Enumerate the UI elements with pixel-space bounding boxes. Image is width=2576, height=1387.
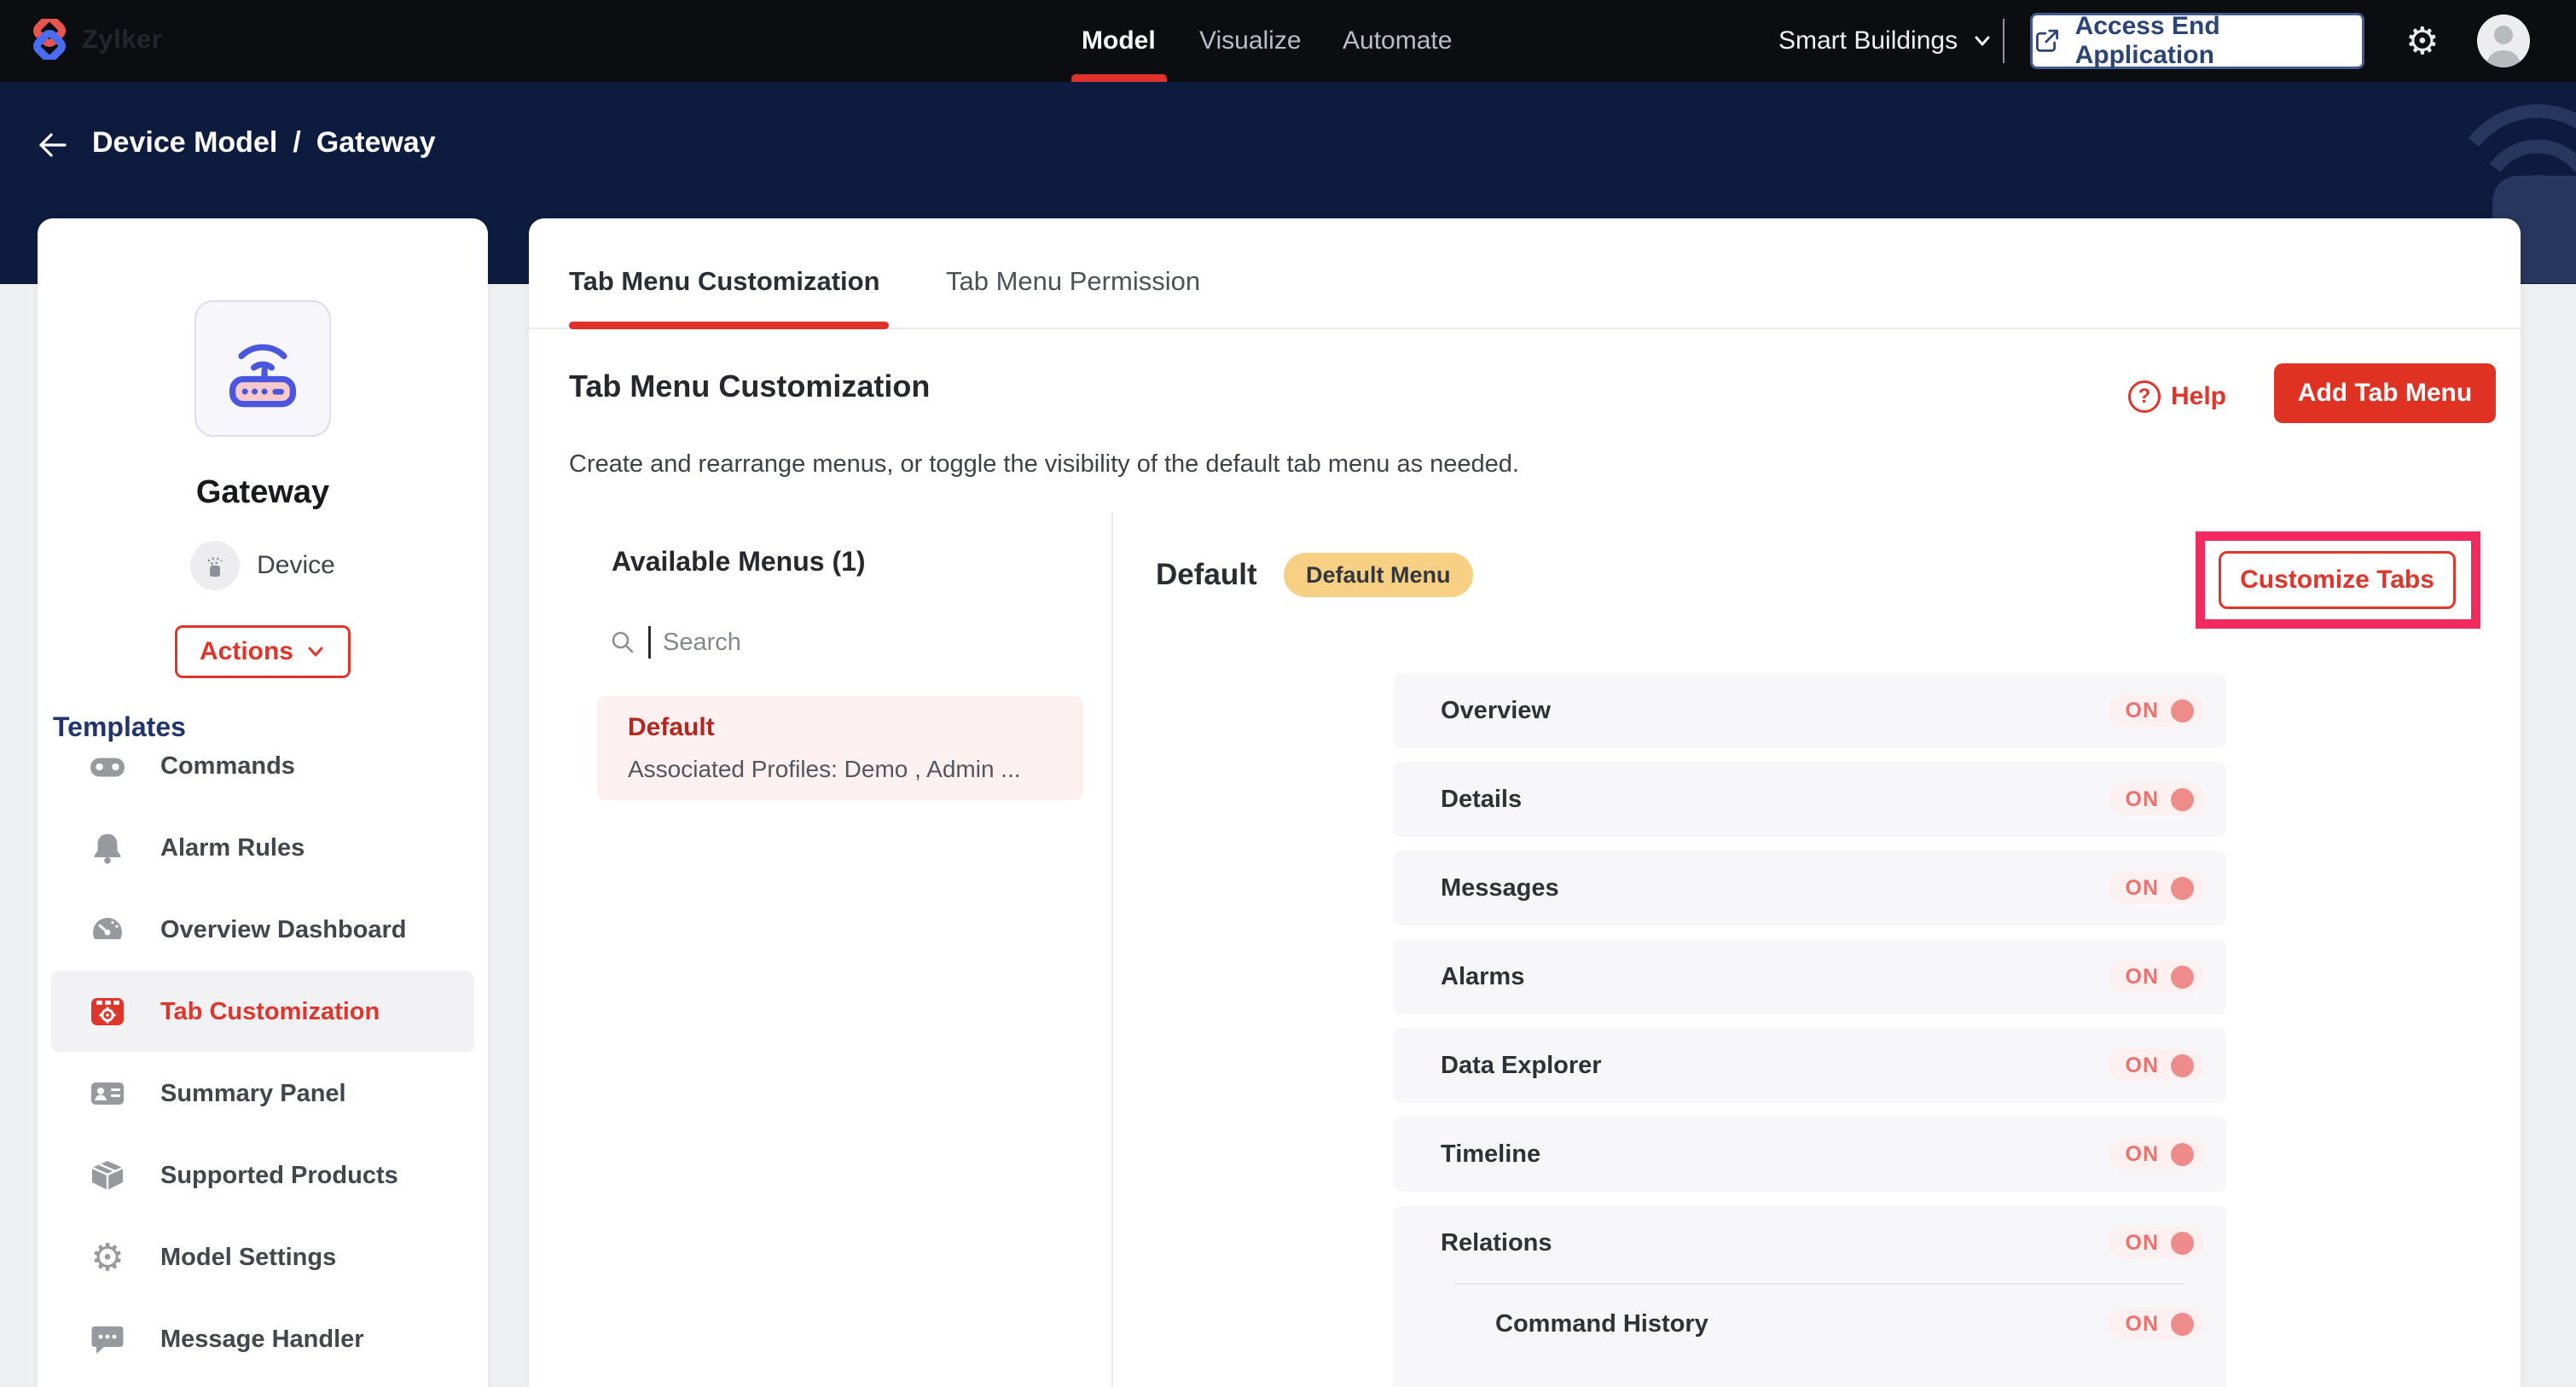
actions-button[interactable]: Actions xyxy=(175,625,351,678)
help-link[interactable]: ? Help xyxy=(2128,380,2226,413)
text-caret xyxy=(648,626,651,659)
nav-tab-automate[interactable]: Automate xyxy=(1343,0,1452,82)
add-tab-menu-button[interactable]: Add Tab Menu xyxy=(2274,363,2496,423)
tab-row-messages: Messages ON xyxy=(1393,850,2226,926)
breadcrumb-gateway: Gateway xyxy=(316,126,436,160)
top-app-bar: Zylker Model Visualize Automate Smart Bu… xyxy=(0,0,2576,82)
search-icon xyxy=(609,629,636,656)
panel-vertical-divider xyxy=(1111,512,1113,1387)
package-box-icon xyxy=(87,1155,128,1196)
person-silhouette-icon xyxy=(2477,15,2530,67)
zylker-logo-icon xyxy=(29,19,70,60)
access-end-application-label: Access End Application xyxy=(2075,12,2362,70)
org-selector-label: Smart Buildings xyxy=(1778,26,1958,55)
tab-row-overview: Overview ON xyxy=(1393,673,2226,748)
nav-tab-model[interactable]: Model xyxy=(1082,0,1156,82)
section-description: Create and rearrange menus, or toggle th… xyxy=(569,450,1519,479)
menu-list-item-default[interactable]: Default Associated Profiles: Demo , Admi… xyxy=(597,696,1083,800)
app-logo[interactable]: Zylker xyxy=(29,19,162,60)
tab-row-alarms: Alarms ON xyxy=(1393,939,2226,1014)
chevron-down-icon xyxy=(1971,30,1993,52)
sidebar-item-alarm-rules[interactable]: Alarm Rules xyxy=(51,807,474,889)
toggle-knob xyxy=(2171,966,2194,989)
toggle-knob xyxy=(2171,1054,2194,1077)
available-menus-title: Available Menus (1) xyxy=(612,546,866,577)
breadcrumb: Device Model / Gateway xyxy=(92,126,436,160)
toggle-knob xyxy=(2171,1232,2194,1255)
tab-rows-list: Overview ON Details ON Messages ON Alarm… xyxy=(1393,673,2226,1387)
menu-item-title: Default xyxy=(628,713,715,742)
tab-row-data-explorer: Data Explorer ON xyxy=(1393,1028,2226,1103)
templates-list: Commands Alarm Rules Overview Dashboard … xyxy=(38,747,488,1387)
gear-icon: ⚙ xyxy=(87,1237,128,1278)
logo-text: Zylker xyxy=(82,24,162,55)
sidebar-item-summary-panel[interactable]: Summary Panel xyxy=(51,1053,474,1135)
breadcrumb-separator: / xyxy=(293,126,300,160)
toggle-on[interactable]: ON xyxy=(2109,960,2205,993)
toggle-on[interactable]: ON xyxy=(2109,783,2205,815)
tab-menu-customization-tab[interactable]: Tab Menu Customization xyxy=(569,266,880,297)
chat-bubble-icon xyxy=(87,1319,128,1360)
tab-menu-permission-tab[interactable]: Tab Menu Permission xyxy=(946,266,1200,297)
tab-row-relations-group: Relations ON Command History ON xyxy=(1393,1205,2226,1387)
section-heading: Tab Menu Customization xyxy=(569,369,930,404)
device-type-label: Device xyxy=(257,551,335,580)
access-end-application-button[interactable]: Access End Application xyxy=(2030,13,2364,69)
sidebar-item-overview-dashboard[interactable]: Overview Dashboard xyxy=(51,889,474,971)
toggle-knob xyxy=(2171,788,2194,811)
panel-tabs-bar: Tab Menu Customization Tab Menu Permissi… xyxy=(529,218,2521,329)
toggle-on[interactable]: ON xyxy=(2109,872,2205,904)
sidebar-item-commands[interactable]: Commands xyxy=(51,747,474,807)
tab-row-timeline: Timeline ON xyxy=(1393,1117,2226,1192)
back-arrow-icon[interactable] xyxy=(34,126,72,164)
chevron-down-icon xyxy=(305,641,326,662)
toggle-on[interactable]: ON xyxy=(2109,1049,2205,1082)
tab-customization-icon xyxy=(87,991,128,1032)
sidebar-item-message-handler[interactable]: Message Handler xyxy=(51,1298,474,1380)
sidebar-item-supported-products[interactable]: Supported Products xyxy=(51,1135,474,1216)
breadcrumb-device-model[interactable]: Device Model xyxy=(92,126,277,160)
sidebar-item-model-settings[interactable]: ⚙ Model Settings xyxy=(51,1216,474,1298)
user-avatar[interactable] xyxy=(2477,15,2530,67)
active-nav-underline xyxy=(1071,74,1167,82)
settings-gear-icon[interactable]: ⚙ xyxy=(2405,0,2439,82)
tab-row-command-history: Command History ON xyxy=(1393,1285,2226,1363)
tab-row-details: Details ON xyxy=(1393,762,2226,837)
org-selector[interactable]: Smart Buildings xyxy=(1778,0,1993,82)
toggle-knob xyxy=(2171,877,2194,900)
tab-customization-panel: Tab Menu Customization Tab Menu Permissi… xyxy=(529,218,2521,1387)
topbar-divider xyxy=(2003,19,2005,63)
selected-menu-title: Default xyxy=(1156,558,1257,592)
search-input[interactable] xyxy=(663,629,987,657)
active-tab-underline xyxy=(569,322,889,329)
menu-item-subtitle: Associated Profiles: Demo , Admin ... xyxy=(628,756,1021,783)
toggle-on[interactable]: ON xyxy=(2109,694,2205,727)
device-model-icon-box xyxy=(194,300,331,437)
sidebar-item-tab-customization[interactable]: Tab Customization xyxy=(51,971,474,1053)
toggle-knob xyxy=(2171,699,2194,723)
question-circle-icon: ? xyxy=(2128,380,2161,413)
router-icon xyxy=(218,324,307,413)
gamepad-icon xyxy=(87,747,128,786)
toggle-on[interactable]: ON xyxy=(2109,1308,2205,1340)
id-card-icon xyxy=(87,1073,128,1114)
toggle-knob xyxy=(2171,1143,2194,1166)
device-model-name: Gateway xyxy=(38,474,488,511)
customize-tabs-button[interactable]: Customize Tabs xyxy=(2219,551,2456,609)
device-type-row: Device xyxy=(38,541,488,590)
menu-search xyxy=(609,618,1036,667)
templates-section-title: Templates xyxy=(53,711,186,743)
device-model-sidebar: Gateway Device Actions Templates Command… xyxy=(38,218,488,1387)
default-menu-badge: Default Menu xyxy=(1284,553,1473,597)
device-type-icon xyxy=(190,541,240,590)
nav-tab-visualize[interactable]: Visualize xyxy=(1199,0,1302,82)
bell-icon xyxy=(87,827,128,868)
gauge-icon xyxy=(87,909,128,950)
tab-row-relations: Relations ON xyxy=(1393,1205,2226,1280)
toggle-on[interactable]: ON xyxy=(2109,1138,2205,1170)
external-link-icon xyxy=(2033,26,2062,55)
toggle-knob xyxy=(2171,1313,2194,1336)
toggle-on[interactable]: ON xyxy=(2109,1227,2205,1259)
